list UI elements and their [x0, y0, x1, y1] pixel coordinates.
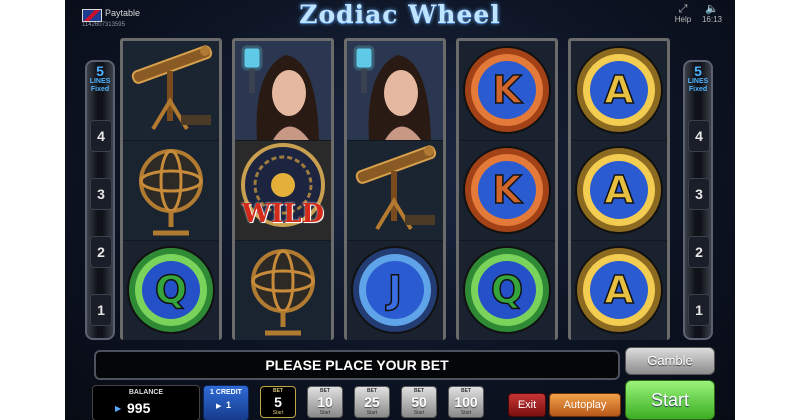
symbol-wild: WILD — [235, 141, 331, 240]
symbol-lady — [235, 41, 331, 140]
symbol-telescope — [123, 41, 219, 140]
fullscreen-icon: ⤢ — [678, 3, 688, 15]
top-bar: Paytable 1142607313595 Zodiac Wheel ⤢ He… — [65, 0, 735, 36]
play-arrow-icon: ▶ — [216, 403, 222, 410]
reel-5: A A A — [568, 38, 670, 340]
bet-value: 50 — [411, 394, 427, 410]
symbol-armillary-sphere — [123, 141, 219, 240]
line-number-4: 4 — [688, 120, 710, 152]
svg-text:A: A — [604, 68, 634, 112]
balance-label: BALANCE — [128, 389, 164, 396]
clock: 16:13 — [701, 15, 723, 24]
line-number-3: 3 — [90, 178, 112, 210]
credit-toggle[interactable]: 1 CREDIT ▶ 1 — [203, 385, 249, 420]
symbol-a: A — [571, 241, 667, 340]
symbol-k: K — [459, 41, 555, 140]
status-message: PLEASE PLACE YOUR BET — [265, 357, 449, 373]
symbol-lady — [347, 41, 443, 140]
lines-panel-left: 5 LINES Fixed 4 3 2 1 — [85, 60, 115, 340]
bet-button-5[interactable]: BET 5 Start — [260, 386, 296, 418]
credit-value: 1 — [226, 400, 232, 410]
reel-3: J — [344, 38, 446, 340]
svg-text:A: A — [604, 168, 634, 212]
svg-text:A: A — [604, 268, 634, 312]
reel-2: WILD — [232, 38, 334, 340]
help-button[interactable]: ⤢ Help — [673, 3, 693, 24]
symbol-q: Q — [459, 241, 555, 340]
bet-button-50[interactable]: BET 50 Start — [401, 386, 437, 418]
bet-value: 10 — [317, 394, 333, 410]
lines-count: 5 — [96, 63, 104, 79]
bet-value: 5 — [274, 394, 282, 410]
session-code: 1142607313595 — [82, 22, 125, 28]
line-number-2: 2 — [688, 236, 710, 268]
sound-button[interactable]: 🔈 16:13 — [701, 3, 723, 24]
svg-text:Q: Q — [155, 268, 187, 312]
bet-sub-label: Start — [366, 410, 378, 416]
message-bar: PLEASE PLACE YOUR BET — [94, 350, 620, 380]
exit-button[interactable]: Exit — [508, 393, 546, 417]
symbol-a: A — [571, 41, 667, 140]
fixed-label: Fixed — [90, 86, 110, 93]
symbol-armillary-sphere — [235, 241, 331, 340]
lines-panel-right: 5 LINES Fixed 4 3 2 1 — [683, 60, 713, 340]
line-number-1: 1 — [688, 294, 710, 326]
svg-text:J: J — [385, 268, 402, 312]
symbol-a: A — [571, 141, 667, 240]
symbol-j: J — [347, 241, 443, 340]
lines-label: LINES — [89, 78, 111, 85]
wild-label: WILD — [241, 199, 325, 229]
symbol-k: K — [459, 141, 555, 240]
lines-count: 5 — [694, 63, 702, 79]
bet-button-25[interactable]: BET 25 Start — [354, 386, 390, 418]
bet-sub-label: Start — [460, 410, 472, 416]
slot-game-screen: Paytable 1142607313595 Zodiac Wheel ⤢ He… — [65, 0, 735, 420]
reel-1: Q — [120, 38, 222, 340]
lines-fixed-indicator: 5 LINES Fixed — [686, 64, 710, 104]
svg-text:Q: Q — [491, 268, 523, 312]
fixed-label: Fixed — [688, 86, 708, 93]
reel-4: K K Q — [456, 38, 558, 340]
uk-flag-icon[interactable] — [82, 9, 102, 22]
autoplay-button[interactable]: Autoplay — [549, 393, 621, 417]
start-button[interactable]: Start — [625, 380, 715, 420]
balance-display: BALANCE ▶ 995 — [92, 385, 200, 420]
credit-label: 1 CREDIT — [210, 389, 242, 396]
svg-text:K: K — [492, 168, 523, 212]
bet-sub-label: Start — [319, 410, 331, 416]
bet-button-100[interactable]: BET 100 Start — [448, 386, 484, 418]
lines-label: LINES — [687, 78, 709, 85]
game-title: Zodiac Wheel — [299, 0, 501, 29]
line-number-3: 3 — [688, 178, 710, 210]
speaker-icon: 🔈 — [705, 3, 719, 15]
bet-button-10[interactable]: BET 10 Start — [307, 386, 343, 418]
help-label: Help — [674, 15, 692, 24]
bet-sub-label: Start — [272, 410, 284, 416]
symbol-telescope — [347, 141, 443, 240]
paytable-link[interactable]: Paytable — [105, 8, 140, 18]
bet-value: 100 — [454, 394, 478, 410]
symbol-q: Q — [123, 241, 219, 340]
bet-value: 25 — [364, 394, 380, 410]
lines-fixed-indicator: 5 LINES Fixed — [88, 64, 112, 104]
line-number-2: 2 — [90, 236, 112, 268]
play-arrow-icon: ▶ — [115, 404, 122, 413]
line-number-4: 4 — [90, 120, 112, 152]
svg-text:K: K — [492, 68, 523, 112]
reel-area: Q WILD J K K Q A A A — [120, 38, 680, 343]
gamble-button[interactable]: Gamble — [625, 347, 715, 375]
line-number-1: 1 — [90, 294, 112, 326]
bet-sub-label: Start — [413, 410, 425, 416]
balance-value: 995 — [127, 400, 151, 416]
